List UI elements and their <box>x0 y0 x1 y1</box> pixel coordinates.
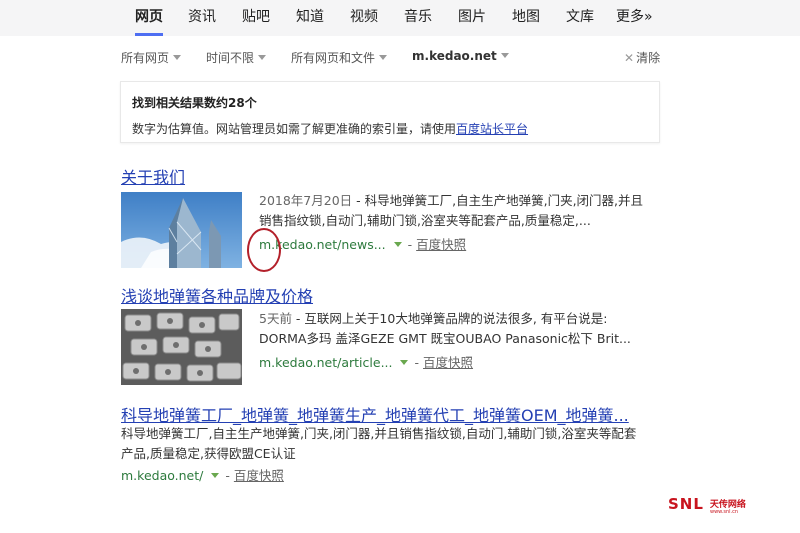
filter-file-type[interactable]: 所有网页和文件 <box>291 49 388 66</box>
result-url[interactable]: m.kedao.net/ <box>121 468 203 483</box>
abstract-line-1: 科导地弹簧工厂,自主生产地弹簧,门夹,闭门器,并且 <box>364 193 644 208</box>
watermark-snl: SNL <box>668 495 704 513</box>
tab-zhidao[interactable]: 知道 <box>296 0 324 36</box>
search-filters: 所有网页 时间不限 所有网页和文件 m.kedao.net ✕ 清除 <box>0 36 800 78</box>
result-count-notice: 找到相关结果数约28个 数字为估算值。网站管理员如需了解更准确的索引量，请使用百… <box>120 81 660 143</box>
url-dropdown-icon[interactable] <box>400 360 409 365</box>
result-thumbnail-hinges[interactable] <box>121 309 242 385</box>
tab-music[interactable]: 音乐 <box>404 0 432 36</box>
abstract-line-1: 科导地弹簧工厂,自主生产地弹簧,门夹,闭门器,并且销售指纹锁,自动门,辅助门锁,… <box>121 426 637 441</box>
url-separator: - <box>225 468 230 483</box>
result-date: 5天前 <box>259 311 292 326</box>
filter-time[interactable]: 时间不限 <box>206 49 267 66</box>
result-date: 2018年7月20日 <box>259 193 353 208</box>
red-circle-annotation <box>247 228 281 272</box>
result-abstract: 2018年7月20日 - 科导地弹簧工厂,自主生产地弹簧,门夹,闭门器,并且 销… <box>259 191 643 231</box>
result-thumbnail-building[interactable] <box>121 192 242 268</box>
cache-snapshot-link[interactable]: 百度快照 <box>416 237 466 252</box>
tab-web[interactable]: 网页 <box>135 0 163 36</box>
tab-wenku[interactable]: 文库 <box>566 0 594 36</box>
result-title[interactable]: 科导地弹簧工厂_地弹簧_地弹簧生产_地弹簧代工_地弹簧OEM_地弹簧... <box>121 402 629 426</box>
result-url-line: m.kedao.net/article... - 百度快照 <box>259 352 473 371</box>
tab-map[interactable]: 地图 <box>512 0 540 36</box>
url-separator: - <box>407 237 413 252</box>
result-abstract: 5天前 - 互联网上关于10大地弹簧品牌的说法很多, 有平台说是: DORMA多… <box>259 309 631 349</box>
abstract-line-1: 互联网上关于10大地弹簧品牌的说法很多, 有平台说是: <box>304 311 608 326</box>
clear-filters-button[interactable]: ✕ 清除 <box>624 49 660 66</box>
webmaster-platform-link[interactable]: 百度站长平台 <box>456 122 528 136</box>
clear-filters-label: 清除 <box>636 51 661 65</box>
url-separator: - <box>414 355 419 370</box>
tab-news[interactable]: 资讯 <box>188 0 216 36</box>
result-url-line: m.kedao.net/news... - 百度快照 <box>259 234 466 253</box>
abstract-line-2: 销售指纹锁,自动门,辅助门锁,浴室夹等配套产品,质量稳定,... <box>259 213 591 228</box>
filter-site-scope-label: 所有网页 <box>121 51 170 65</box>
date-separator: - <box>352 193 365 208</box>
tab-video[interactable]: 视频 <box>350 0 378 36</box>
tab-tieba[interactable]: 贴吧 <box>242 0 270 36</box>
url-dropdown-icon[interactable] <box>393 242 402 247</box>
notice-description: 数字为估算值。网站管理员如需了解更准确的索引量，请使用百度站长平台 <box>132 120 528 137</box>
hinge-parts-image <box>121 309 242 385</box>
watermark-logo: SNL 天传网络 www.snl.cn <box>668 494 746 515</box>
tab-more[interactable]: 更多» <box>616 0 653 36</box>
caret-down-icon <box>500 53 509 58</box>
abstract-line-2: 产品,质量稳定,获得欧盟CE认证 <box>121 446 296 461</box>
result-url-line: m.kedao.net/ - 百度快照 <box>121 465 284 484</box>
url-dropdown-icon[interactable] <box>211 473 220 478</box>
filter-domain-label: m.kedao.net <box>412 49 497 63</box>
result-url[interactable]: m.kedao.net/article... <box>259 355 392 370</box>
watermark-web: www.snl.cn <box>710 509 739 515</box>
abstract-line-2: DORMA多玛 盖泽GEZE GMT 既宝OUBAO Panasonic松下 B… <box>259 331 631 346</box>
filter-domain[interactable]: m.kedao.net <box>412 49 509 63</box>
result-count: 找到相关结果数约28个 <box>132 96 257 110</box>
notice-description-text: 数字为估算值。网站管理员如需了解更准确的索引量，请使用 <box>132 122 457 136</box>
filter-site-scope[interactable]: 所有网页 <box>121 49 182 66</box>
cache-snapshot-link[interactable]: 百度快照 <box>234 468 284 483</box>
caret-down-icon <box>173 55 182 60</box>
building-image <box>121 192 242 268</box>
close-icon: ✕ <box>624 51 635 65</box>
caret-down-icon <box>379 55 388 60</box>
cache-snapshot-link[interactable]: 百度快照 <box>423 355 473 370</box>
tab-images[interactable]: 图片 <box>458 0 486 36</box>
date-separator: - <box>291 311 305 326</box>
top-nav: 网页 资讯 贴吧 知道 视频 音乐 图片 地图 文库 更多» <box>0 0 800 36</box>
result-abstract: 科导地弹簧工厂,自主生产地弹簧,门夹,闭门器,并且销售指纹锁,自动门,辅助门锁,… <box>121 424 636 464</box>
filter-time-label: 时间不限 <box>206 51 255 65</box>
result-title[interactable]: 浅谈地弹簧各种品牌及价格 <box>121 283 313 307</box>
caret-down-icon <box>258 55 267 60</box>
filter-file-type-label: 所有网页和文件 <box>291 51 376 65</box>
result-title[interactable]: 关于我们 <box>121 164 185 188</box>
